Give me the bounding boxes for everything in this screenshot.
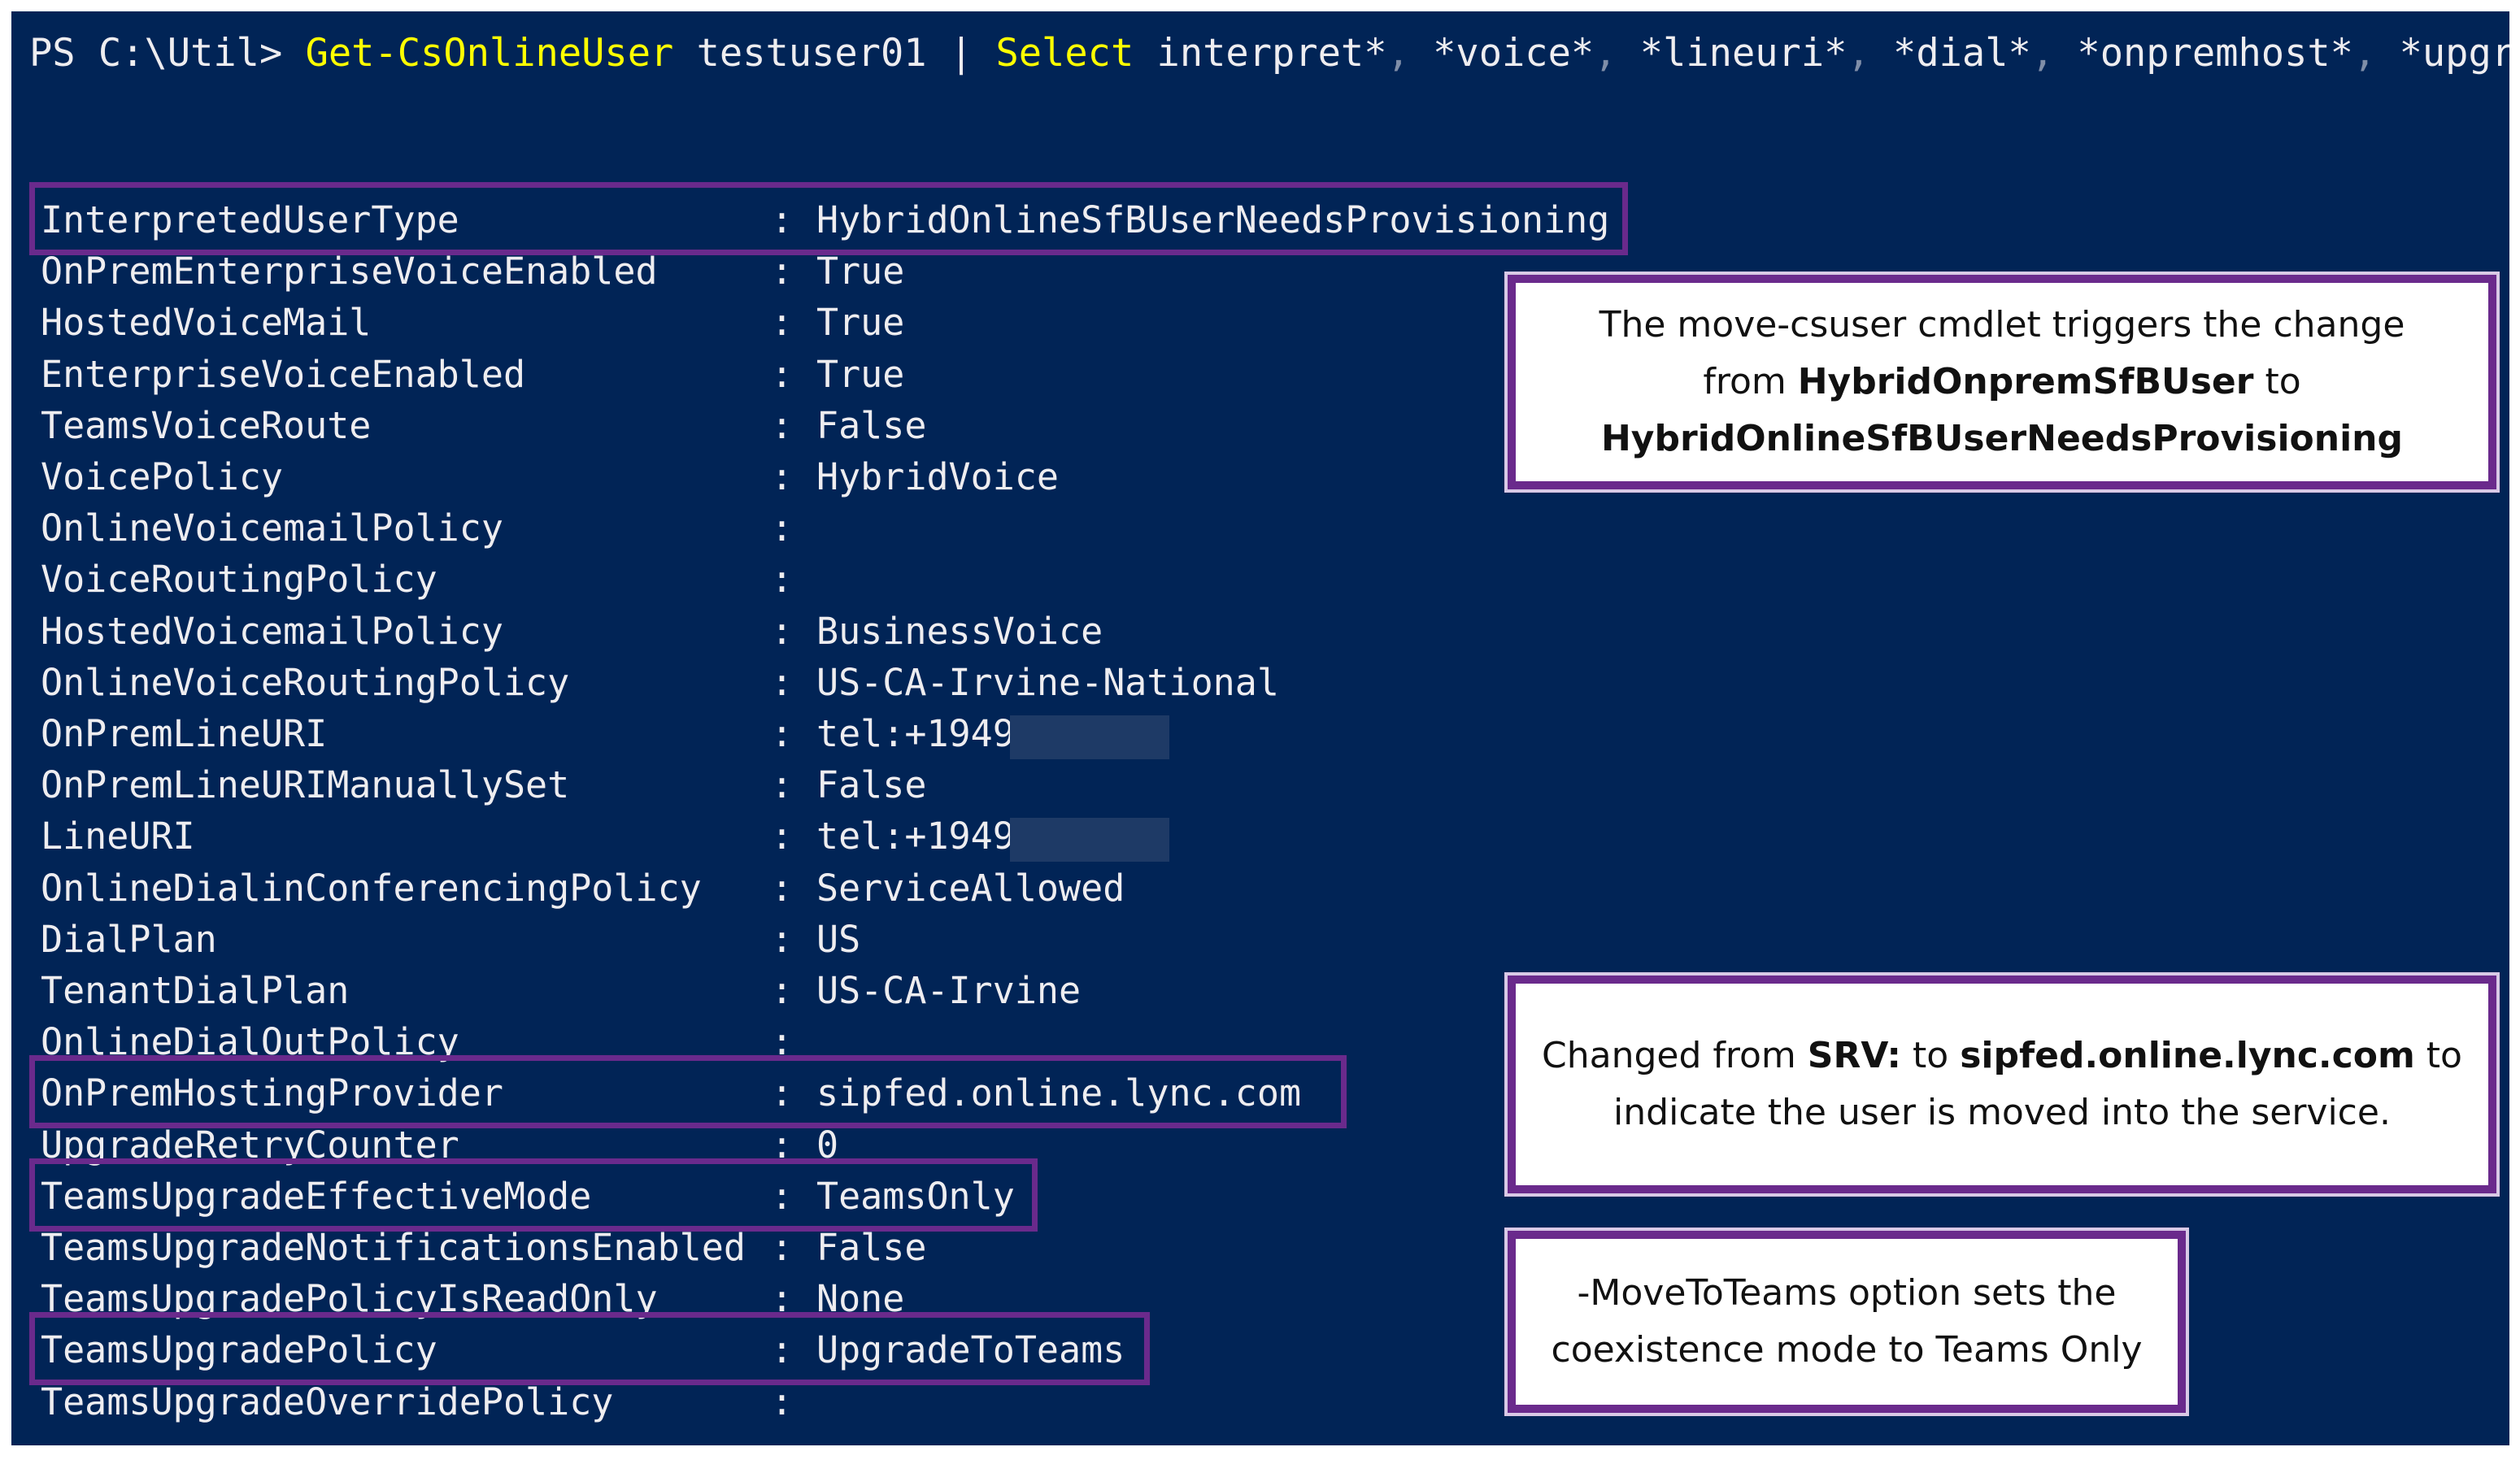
- property-name: VoicePolicy: [41, 455, 284, 498]
- command-name: Get-CsOnlineUser: [305, 31, 674, 76]
- property-name: TeamsUpgradeOverridePolicy: [41, 1380, 614, 1423]
- property-colon: :: [771, 1380, 794, 1423]
- callout-text: to: [2253, 361, 2301, 402]
- callout-bold-text: HybridOnpremSfBUser: [1797, 361, 2254, 402]
- property-value: US-CA-Irvine-National: [816, 661, 1279, 704]
- select-argument: *onpremhost*: [2077, 31, 2353, 76]
- property-colon: :: [771, 610, 794, 653]
- property-colon: :: [771, 867, 794, 910]
- property-value: tel:+1949: [816, 815, 1015, 858]
- callout-text: The move-csuser cmdlet triggers the chan…: [1599, 304, 2405, 345]
- property-colon: :: [771, 301, 794, 344]
- callout-text: -MoveToTeams option sets the: [1577, 1272, 2117, 1314]
- property-colon: :: [771, 506, 794, 550]
- property-name: TeamsVoiceRoute: [41, 404, 372, 447]
- property-name: OnPremEnterpriseVoiceEnabled: [41, 250, 658, 293]
- property-colon: :: [771, 558, 794, 601]
- property-colon: :: [771, 353, 794, 396]
- highlight-box: [29, 1055, 1347, 1128]
- callout-move-to-teams: -MoveToTeams option sets the coexistence…: [1508, 1231, 2186, 1413]
- select-argument: interpret*: [1156, 31, 1387, 76]
- callout-text: indicate the user is moved into the serv…: [1613, 1092, 2391, 1133]
- argument-separator: ,: [2352, 31, 2377, 76]
- property-colon: :: [771, 815, 794, 858]
- property-value: False: [816, 763, 927, 806]
- property-value: False: [816, 1226, 927, 1269]
- select-argument: *voice*: [1433, 31, 1595, 76]
- property-value: True: [816, 301, 905, 344]
- property-value: False: [816, 404, 927, 447]
- property-name: VoiceRoutingPolicy: [41, 558, 437, 601]
- callout-text: to: [1901, 1035, 1961, 1076]
- callout-bold-text: sipfed.online.lync.com: [1960, 1035, 2415, 1076]
- callout-text: from: [1703, 361, 1798, 402]
- argument-separator: ,: [1386, 31, 1410, 76]
- callout-bold-text: HybridOnlineSfBUserNeedsProvisioning: [1600, 418, 2403, 459]
- property-colon: :: [771, 763, 794, 806]
- property-name: OnlineVoiceRoutingPolicy: [41, 661, 570, 704]
- property-colon: :: [771, 712, 794, 755]
- callout-text: to: [2414, 1035, 2462, 1076]
- property-name: EnterpriseVoiceEnabled: [41, 353, 526, 396]
- select-arguments: interpret*, *voice*, *lineuri*, *dial*, …: [1134, 31, 2509, 76]
- select-argument: *lineuri*: [1639, 31, 1848, 76]
- callout-bold-text: SRV:: [1807, 1035, 1902, 1076]
- highlight-box: [29, 1312, 1150, 1385]
- property-name: OnPremLineURIManuallySet: [41, 763, 570, 806]
- property-name: DialPlan: [41, 918, 217, 961]
- highlight-box: [29, 182, 1628, 255]
- property-name: LineURI: [41, 815, 195, 858]
- redacted-phone-number: [1010, 715, 1169, 759]
- argument-separator: ,: [1594, 31, 1617, 76]
- redacted-phone-number: [1010, 818, 1169, 862]
- property-name: TenantDialPlan: [41, 969, 350, 1012]
- select-argument: *upgrade*: [2399, 31, 2509, 76]
- property-colon: :: [771, 1226, 794, 1269]
- prompt: PS C:\Util>: [29, 31, 283, 76]
- property-value: True: [816, 353, 905, 396]
- property-name: OnlineVoicemailPolicy: [41, 506, 503, 550]
- property-colon: :: [771, 969, 794, 1012]
- property-colon: :: [771, 455, 794, 498]
- select-command: Select: [995, 31, 1134, 76]
- property-value: tel:+1949: [816, 712, 1015, 755]
- property-value: HybridVoice: [816, 455, 1060, 498]
- callout-text: Changed from: [1542, 1035, 1808, 1076]
- property-name: HostedVoiceMail: [41, 301, 372, 344]
- property-value: BusinessVoice: [816, 610, 1103, 653]
- pipe-symbol: |: [949, 31, 973, 76]
- argument-separator: ,: [2030, 31, 2055, 76]
- property-name: OnlineDialinConferencingPolicy: [41, 867, 702, 910]
- highlight-box: [29, 1158, 1038, 1232]
- property-name: TeamsUpgradeNotificationsEnabled: [41, 1226, 746, 1269]
- property-colon: :: [771, 250, 794, 293]
- callout-move-csuser: The move-csuser cmdlet triggers the chan…: [1508, 275, 2496, 489]
- property-value: US-CA-Irvine: [816, 969, 1082, 1012]
- property-colon: :: [771, 404, 794, 447]
- callout-text: coexistence mode to Teams Only: [1551, 1329, 2143, 1371]
- callout-hosting-provider: Changed from SRV: to sipfed.online.lync.…: [1508, 976, 2496, 1193]
- property-colon: :: [771, 918, 794, 961]
- property-value: ServiceAllowed: [816, 867, 1125, 910]
- property-colon: :: [771, 661, 794, 704]
- argument-separator: ,: [1847, 31, 1870, 76]
- property-value: True: [816, 250, 905, 293]
- command-argument: testuser01: [696, 31, 927, 76]
- property-value: US: [816, 918, 861, 961]
- property-name: HostedVoicemailPolicy: [41, 610, 503, 653]
- command-line: PS C:\Util> Get-CsOnlineUser testuser01 …: [29, 29, 2509, 78]
- select-argument: *dial*: [1893, 31, 2031, 76]
- property-name: OnPremLineURI: [41, 712, 328, 755]
